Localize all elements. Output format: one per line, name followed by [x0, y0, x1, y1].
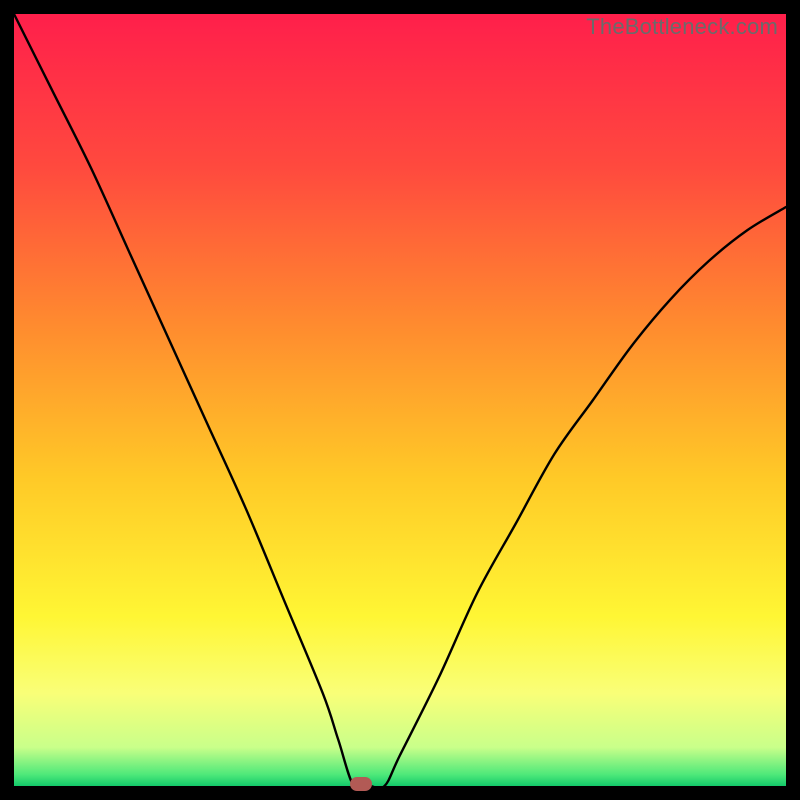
bottleneck-curve	[14, 14, 786, 786]
watermark-text: TheBottleneck.com	[586, 14, 778, 40]
optimal-marker	[350, 777, 372, 791]
chart-frame: TheBottleneck.com	[14, 14, 786, 786]
